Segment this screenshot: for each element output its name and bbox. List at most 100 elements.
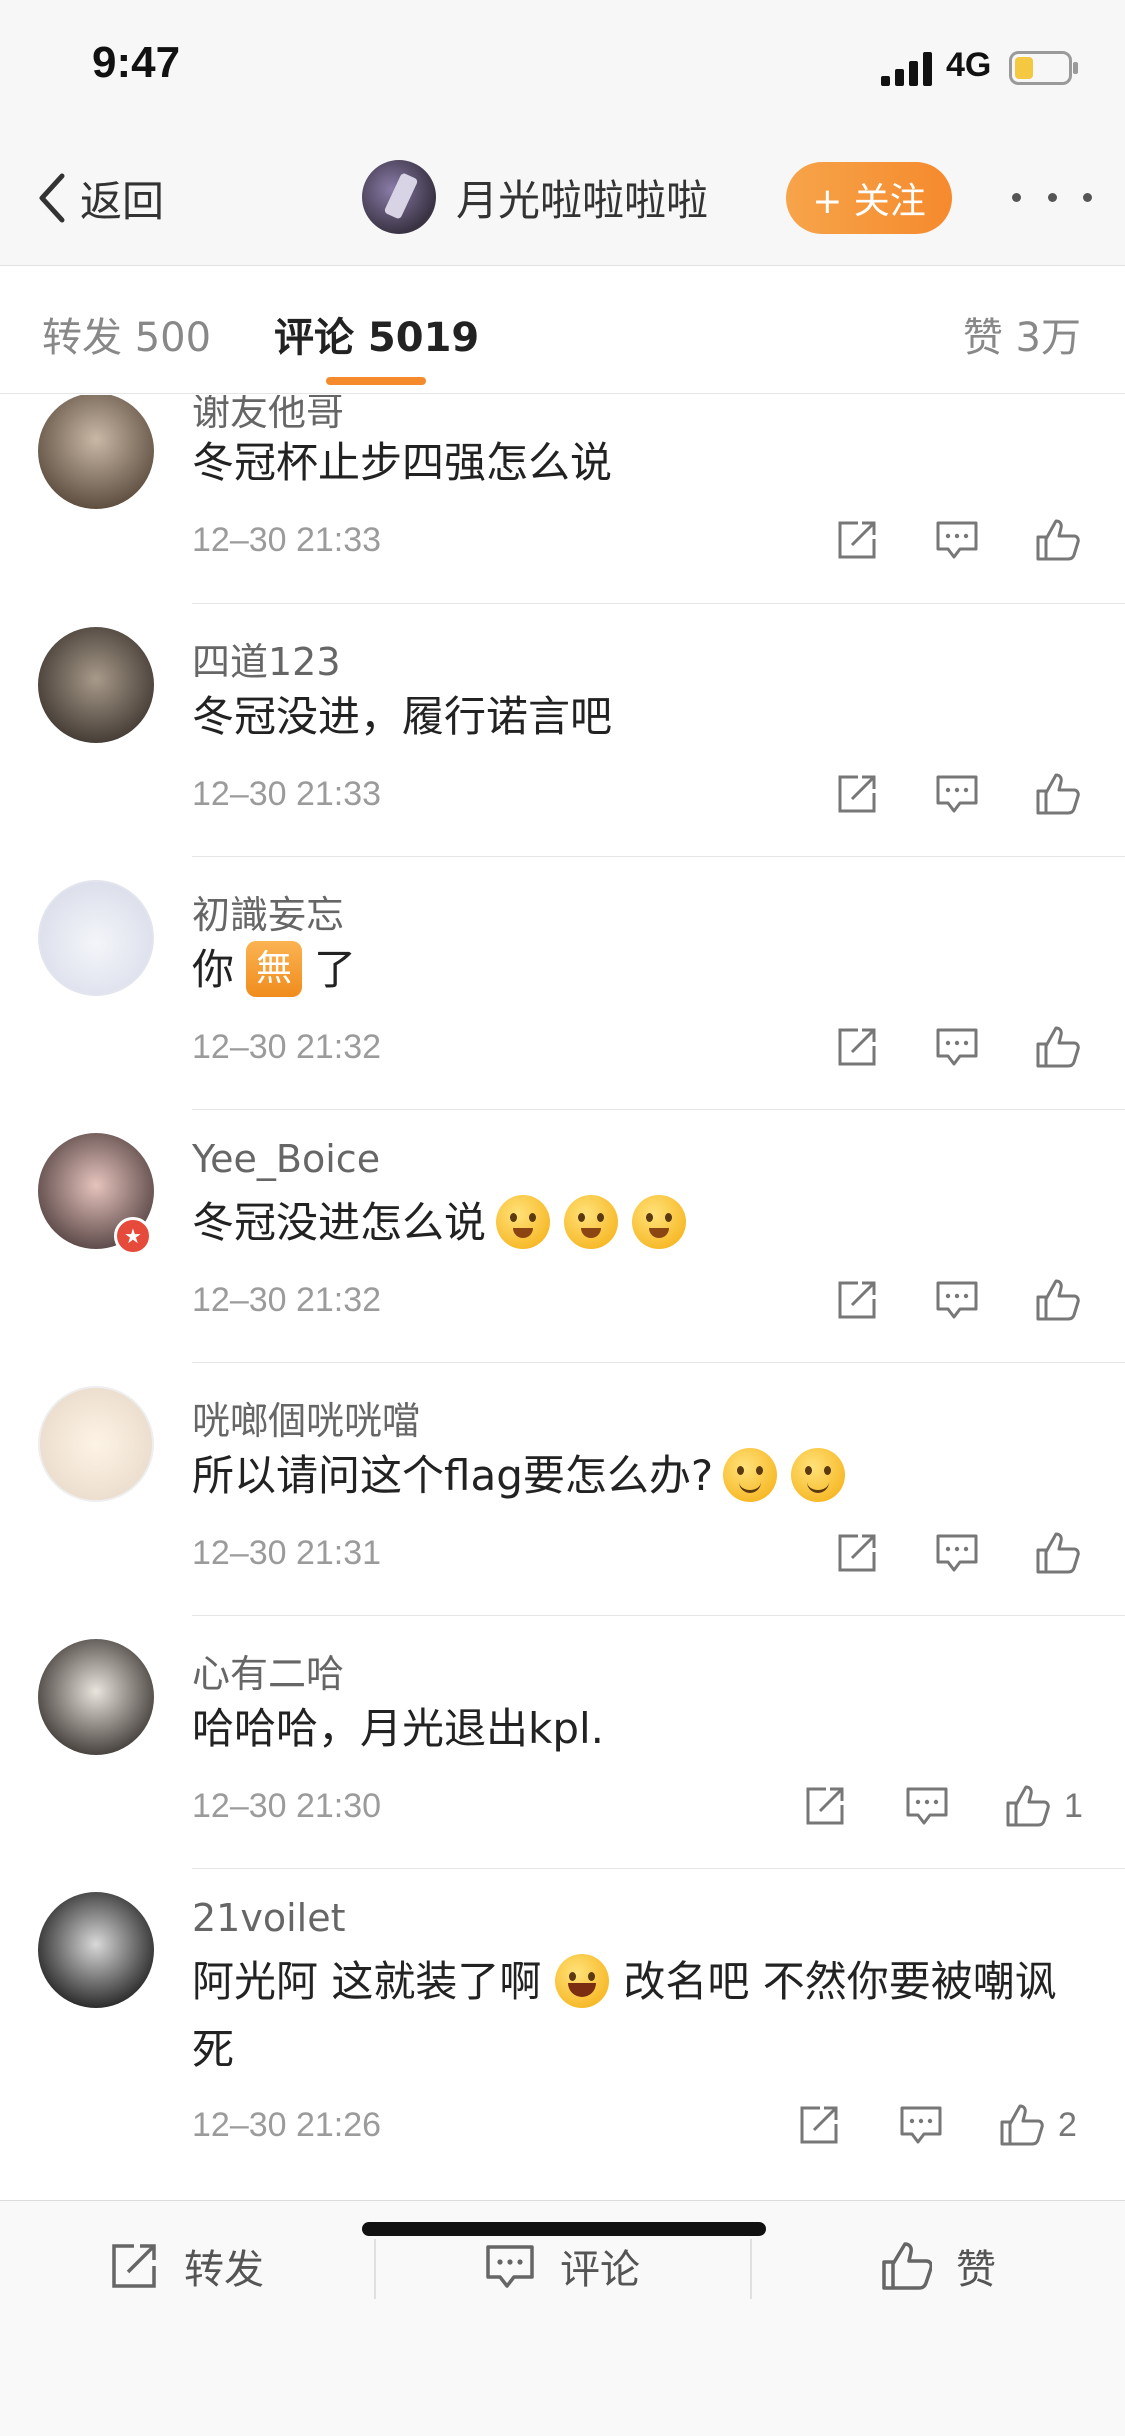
comment-item: 谢友他哥 冬冠杯止步四强怎么说 12–30 21:33 xyxy=(0,395,1125,604)
share-icon xyxy=(838,1028,876,1066)
blush-emoji-icon xyxy=(632,1194,687,1249)
wu-badge-icon: 無 xyxy=(246,940,303,997)
comment-text-part: 所以请问这个flag要怎么办? xyxy=(192,1451,714,1500)
comment-item: 心有二哈 哈哈哈，月光退出kpl. 12–30 21:30 1 xyxy=(0,1615,1125,1869)
comment-text-part: 你 xyxy=(192,945,235,994)
battery-icon xyxy=(1009,51,1078,85)
like-count: 2 xyxy=(1058,2105,1077,2144)
comment-item: 四道123 冬冠没进，履行诺言吧 12–30 21:33 xyxy=(0,603,1125,857)
comment-username[interactable]: 四道123 xyxy=(192,631,341,686)
share-icon xyxy=(838,521,876,559)
comment-text: 哈哈哈，月光退出kpl. xyxy=(192,1704,605,1753)
thumbs-up-icon xyxy=(1036,519,1080,561)
author-avatar[interactable] xyxy=(362,160,436,234)
avatar[interactable] xyxy=(38,1386,154,1502)
comment-text-part: 冬冠没进怎么说 xyxy=(192,1198,487,1247)
author-name[interactable]: 月光啦啦啦啦 xyxy=(456,167,708,228)
comment-icon xyxy=(936,1534,978,1572)
reply-action[interactable] xyxy=(934,771,980,817)
thumbs-up-icon xyxy=(1036,773,1080,815)
reply-action[interactable] xyxy=(934,1530,980,1576)
share-icon xyxy=(800,2106,838,2144)
comment-icon xyxy=(900,2106,942,2144)
chevron-left-icon xyxy=(39,173,65,223)
avatar[interactable] xyxy=(38,627,154,743)
comment-username[interactable]: 咣啷個咣咣噹 xyxy=(192,1390,420,1445)
separator xyxy=(750,2239,752,2299)
follow-button[interactable]: + 关注 xyxy=(786,162,952,234)
status-bar: 9:47 4G xyxy=(0,0,1125,132)
reply-action[interactable] xyxy=(934,1024,980,1070)
verified-badge-icon: ★ xyxy=(114,1217,152,1255)
avatar[interactable] xyxy=(38,395,154,509)
tab-bar: 转发 500 评论 5019 赞 3万 xyxy=(0,267,1125,394)
status-time: 9:47 xyxy=(92,38,181,87)
like-action[interactable] xyxy=(1034,1277,1080,1323)
back-button[interactable]: 返回 xyxy=(32,168,164,228)
repost-action[interactable] xyxy=(834,1530,880,1576)
like-action[interactable] xyxy=(1034,771,1080,817)
comment-button[interactable]: 评论 xyxy=(484,2237,640,2295)
like-action[interactable] xyxy=(1034,1530,1080,1576)
comment-text: 你無了 xyxy=(192,936,1072,1004)
author-header[interactable]: 月光啦啦啦啦 xyxy=(362,160,708,234)
like-count: 1 xyxy=(1064,1786,1083,1825)
comment-username[interactable]: 21voilet xyxy=(192,1896,345,1940)
comment-time: 12–30 21:33 xyxy=(192,521,382,559)
comment-text-part: 了 xyxy=(314,945,357,994)
thumbs-up-icon xyxy=(1006,1785,1050,1827)
comment-icon xyxy=(486,2245,534,2288)
like-action[interactable] xyxy=(1034,1024,1080,1070)
repost-action[interactable] xyxy=(834,1024,880,1070)
comment-text: 冬冠没进怎么说 xyxy=(192,1189,1072,1257)
comment-icon xyxy=(936,1028,978,1066)
repost-label: 转发 xyxy=(184,2247,264,2293)
reply-action[interactable] xyxy=(934,517,980,563)
active-tab-indicator xyxy=(326,377,426,385)
more-dot-icon xyxy=(1047,192,1057,202)
separator xyxy=(374,2239,376,2299)
like-action[interactable]: 1 xyxy=(1004,1783,1083,1829)
comment-username[interactable]: 心有二哈 xyxy=(192,1643,344,1698)
more-options-button[interactable] xyxy=(1012,172,1092,222)
repost-action[interactable] xyxy=(834,771,880,817)
comment-icon xyxy=(906,1787,948,1825)
blush-emoji-icon xyxy=(564,1194,619,1249)
comment-text: 阿光阿 这就装了啊 改名吧 不然你要被嘲讽死 xyxy=(192,1948,1072,2084)
thumbs-up-icon xyxy=(1036,1279,1080,1321)
repost-action[interactable] xyxy=(834,1277,880,1323)
comment-time: 12–30 21:26 xyxy=(192,2106,382,2144)
comment-text-part: 阿光阿 这就装了啊 xyxy=(192,1957,542,2006)
share-icon xyxy=(838,775,876,813)
thumbs-up-icon xyxy=(1036,1532,1080,1574)
tab-comment[interactable]: 评论 5019 xyxy=(274,305,479,363)
tab-repost[interactable]: 转发 500 xyxy=(42,305,211,363)
repost-button[interactable]: 转发 xyxy=(108,2237,264,2295)
tab-like[interactable]: 赞 3万 xyxy=(963,305,1081,363)
laugh-cry-emoji-icon xyxy=(555,1953,610,2008)
nav-bar: 返回 月光啦啦啦啦 + 关注 xyxy=(0,132,1125,266)
smile-emoji-icon xyxy=(791,1447,846,1502)
more-dot-icon xyxy=(1012,192,1021,202)
avatar[interactable] xyxy=(38,880,154,996)
comment-time: 12–30 21:32 xyxy=(192,1028,382,1066)
thumbs-up-icon xyxy=(1036,1026,1080,1068)
like-button[interactable]: 赞 xyxy=(880,2237,996,2295)
repost-action[interactable] xyxy=(802,1783,848,1829)
comment-item: 初識妄忘 你無了 12–30 21:32 xyxy=(0,856,1125,1110)
comment-label: 评论 xyxy=(560,2247,640,2293)
home-indicator[interactable] xyxy=(362,2222,766,2236)
repost-action[interactable] xyxy=(834,517,880,563)
avatar[interactable] xyxy=(38,1892,154,2008)
comment-item: ★ Yee_Boice 冬冠没进怎么说 12–30 21:32 xyxy=(0,1109,1125,1363)
like-action[interactable]: 2 xyxy=(998,2102,1077,2148)
avatar[interactable] xyxy=(38,1639,154,1755)
like-action[interactable] xyxy=(1034,517,1080,563)
comment-username[interactable]: Yee_Boice xyxy=(192,1137,380,1181)
reply-action[interactable] xyxy=(898,2102,944,2148)
repost-action[interactable] xyxy=(796,2102,842,2148)
reply-action[interactable] xyxy=(904,1783,950,1829)
comment-list[interactable]: 谢友他哥 冬冠杯止步四强怎么说 12–30 21:33 四道123 冬冠没进，履… xyxy=(0,395,1125,2200)
reply-action[interactable] xyxy=(934,1277,980,1323)
comment-username[interactable]: 初識妄忘 xyxy=(192,884,344,939)
